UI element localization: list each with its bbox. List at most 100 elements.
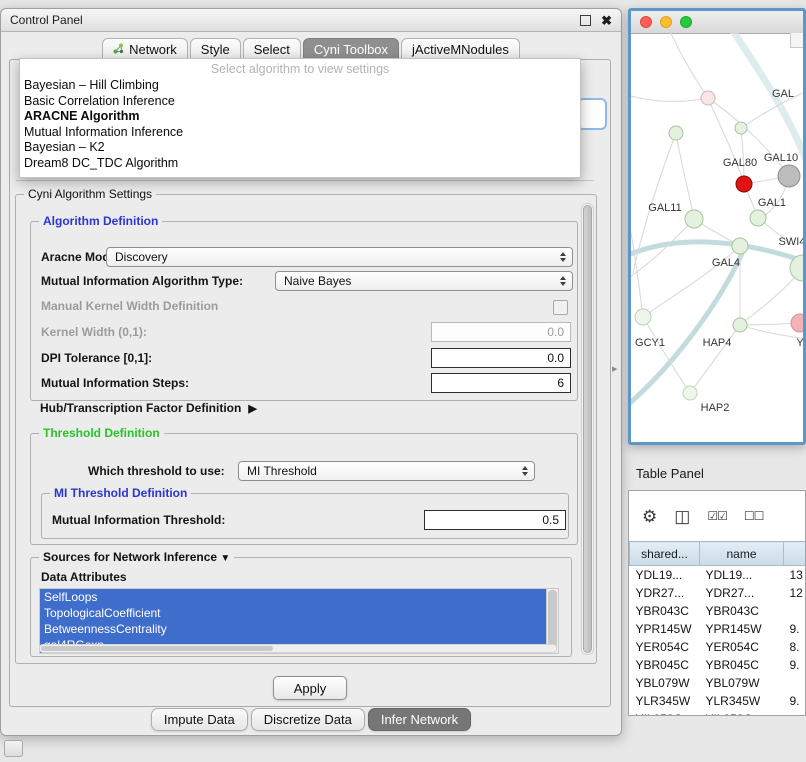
algorithm-combo-fragment[interactable] [577,98,607,130]
network-canvas-container[interactable]: GALGAL80GAL10GAL11GAL1SWI4GAL4GCY1HAP4YH… [631,33,803,442]
network-canvas[interactable]: GALGAL80GAL10GAL11GAL1SWI4GAL4GCY1HAP4YH… [631,33,803,442]
mi-steps-field[interactable]: 6 [431,373,571,393]
algorithm-option[interactable]: Bayesian – Hill Climbing [20,78,580,94]
table-row[interactable]: YIL052CYIL052C [630,710,806,716]
control-panel-titlebar[interactable]: Control Panel ✖ [1,9,621,32]
collapsed-panel-icon[interactable] [4,740,23,757]
table-cell: YDL19... [700,566,784,585]
sources-expander[interactable]: Sources for Network Inference ▼ [39,550,234,564]
group-title: MI Threshold Definition [50,486,191,500]
bottom-tab-impute-data[interactable]: Impute Data [151,708,248,731]
table-row[interactable]: YDL19...YDL19...13 [630,566,806,585]
mi-threshold-group: MI Threshold Definition Mutual Informati… [41,493,569,539]
network-node[interactable] [635,309,651,325]
network-node[interactable] [669,126,683,140]
table-cell: YLR345W [700,692,784,710]
network-node[interactable] [778,165,800,187]
which-threshold-select[interactable]: MI Threshold [238,461,535,481]
table-cell: YBL079W [630,674,700,692]
table-cell [784,674,806,692]
network-tab-icon [113,42,124,57]
table-row[interactable]: YPR145WYPR145W9. [630,620,806,638]
close-icon[interactable]: ✖ [601,14,612,27]
mi-steps-value: 6 [557,376,564,390]
table-cell: 12 [784,584,806,602]
kernel-width-value: 0.0 [547,325,564,339]
table-header-row[interactable]: shared...name [630,542,806,566]
mi-type-select[interactable]: Naive Bayes [275,271,573,291]
table-column-header[interactable]: name [700,542,784,566]
mi-threshold-field[interactable]: 0.5 [424,510,566,530]
kernel-width-field[interactable]: 0.0 [431,322,571,342]
manual-kernel-checkbox[interactable] [553,300,568,315]
table-cell: YLR345W [630,692,700,710]
attribute-item[interactable]: SelfLoops [40,589,546,605]
network-scrollbar-stub[interactable] [790,33,803,48]
network-node[interactable] [683,386,697,400]
table-column-header[interactable]: shared... [630,542,700,566]
network-node-label: HAP2 [701,402,730,414]
which-threshold-value: MI Threshold [247,464,317,478]
network-node[interactable] [732,238,748,254]
network-node[interactable] [735,122,747,134]
table-cell [784,602,806,620]
table-row[interactable]: YER054CYER054C8. [630,638,806,656]
tab-label: Cyni Toolbox [314,42,388,57]
network-view-window: GALGAL80GAL10GAL11GAL1SWI4GAL4GCY1HAP4YH… [628,8,806,445]
panel-divider-handle[interactable]: ▸ [612,362,618,375]
algorithm-option[interactable]: Dream8 DC_TDC Algorithm [20,156,580,172]
network-node[interactable] [750,210,766,226]
expand-right-icon[interactable]: ▶ [248,402,256,415]
collapse-down-icon[interactable]: ▼ [220,553,230,564]
aracne-mode-select[interactable]: Discovery [106,247,573,267]
dpi-tolerance-field[interactable]: 0.0 [431,348,571,368]
table-row[interactable]: YDR27...YDR27...12 [630,584,806,602]
zoom-traffic-light-icon[interactable] [680,16,692,28]
network-node[interactable] [736,176,752,192]
show-columns-icon[interactable]: ◫ [674,508,690,525]
network-node[interactable] [791,314,803,332]
select-all-rows-icon[interactable]: ☑☑ [707,510,727,522]
minimize-traffic-light-icon[interactable] [660,16,672,28]
settings-scrollbar[interactable] [581,203,594,655]
data-attributes-label: Data Attributes [41,570,127,584]
table-row[interactable]: YBL079WYBL079W [630,674,806,692]
table-row[interactable]: YBR045CYBR045C9. [630,656,806,674]
apply-button[interactable]: Apply [273,676,347,700]
bottom-tab-infer-network[interactable]: Infer Network [368,708,471,731]
close-traffic-light-icon[interactable] [640,16,652,28]
algorithm-option[interactable]: ARACNE Algorithm [20,109,580,125]
attribute-item[interactable]: TopologicalCoefficient [40,605,546,621]
algorithm-option[interactable]: Mutual Information Inference [20,125,580,141]
bottom-tab-discretize-data[interactable]: Discretize Data [251,708,365,731]
table-row[interactable]: YBR043CYBR043C [630,602,806,620]
algorithm-dropdown: Select algorithm to view settings Bayesi… [19,58,581,178]
mi-threshold-label: Mutual Information Threshold: [52,510,225,530]
bottom-tab-bar: Impute DataDiscretize DataInfer Network [1,708,621,731]
network-node-label: GAL10 [764,152,798,164]
network-node[interactable] [733,318,747,332]
table-column-header[interactable] [784,542,806,566]
attribute-item[interactable]: BetweennessCentrality [40,621,546,637]
spinner-arrows-icon [522,466,528,476]
table-cell: 9. [784,620,806,638]
network-node-label: GCY1 [635,337,665,349]
table-cell: YBR045C [700,656,784,674]
table-settings-gear-icon[interactable]: ⚙ [642,508,657,525]
network-node[interactable] [685,210,703,228]
attribute-list-hscrollbar[interactable] [39,644,557,653]
network-edge [669,33,708,98]
algorithm-option[interactable]: Basic Correlation Inference [20,94,580,110]
tab-label: Network [129,42,177,57]
algorithm-option[interactable]: Bayesian – K2 [20,140,580,156]
table-row[interactable]: YLR345WYLR345W9. [630,692,806,710]
hub-definition-expander[interactable]: Hub/Transcription Factor Definition ▶ [40,401,257,415]
network-node[interactable] [701,91,715,105]
table-cell: YER054C [700,638,784,656]
deselect-all-rows-icon[interactable]: ☐☐ [744,510,764,522]
network-window-titlebar[interactable] [631,11,803,34]
network-edge [631,251,743,409]
algorithm-definition-group: Algorithm Definition Aracne Mode: Discov… [30,221,578,401]
float-window-icon[interactable] [580,15,591,26]
table-cell: YBR043C [630,602,700,620]
